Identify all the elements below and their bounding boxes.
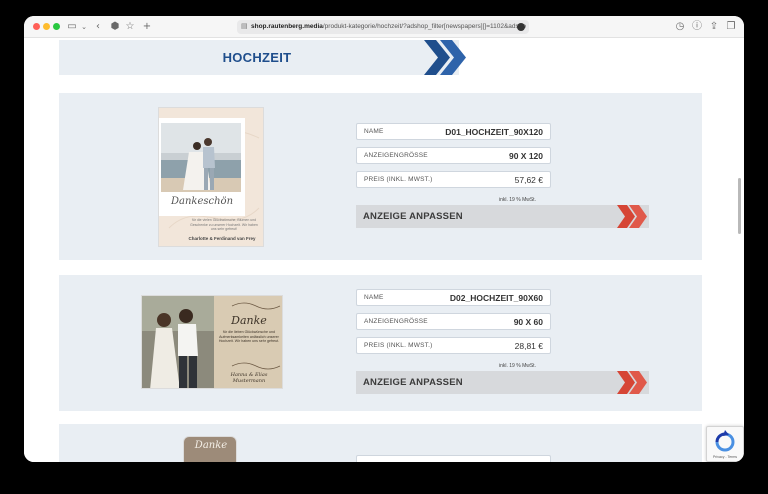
page-content: HOCHZEIT Dankeschön für die vielen Glück… [24, 38, 744, 462]
extension-icon[interactable] [517, 23, 525, 31]
price-label: PREIS (INKL. MWST.) [364, 176, 433, 183]
preview-signature: Charlotte & Ferdinand van Frey [188, 236, 256, 241]
name-value: D01_HOCHZEIT_90X120 [445, 127, 543, 137]
tax-note: inkl. 19 % MwSt. [499, 363, 536, 369]
category-title: HOCHZEIT [222, 50, 292, 65]
preview-heading: Danke [194, 440, 228, 451]
size-value: 90 X 60 [513, 317, 543, 327]
banner-chevron-icon [424, 40, 466, 75]
preview-body: für die vielen Glückwünsche, Blumen und … [190, 218, 258, 231]
recaptcha-footer: Privacy - Terms [712, 455, 738, 459]
preview-body: für die lieben Glückwünsche und Aufmerks… [218, 330, 280, 344]
preview-signature: Hanna & Elias Mustermann [230, 372, 268, 384]
price-value: 57,62 € [514, 175, 543, 185]
name-value: D02_HOCHZEIT_90X60 [449, 293, 543, 303]
browser-window: ▭ ⌄ ‹ ⬢ ☆ + ▤ shop.rautenberg.media/prod… [24, 16, 744, 462]
tabs-icon[interactable]: ❐ [726, 20, 736, 34]
address-bar[interactable]: ▤ shop.rautenberg.media/produkt-kategori… [237, 20, 529, 34]
share-icon[interactable]: ⇪ [709, 20, 719, 34]
recaptcha-badge[interactable]: Privacy - Terms [706, 426, 744, 462]
chevron-down-icon[interactable]: ⌄ [80, 20, 88, 34]
price-field: PREIS (INKL. MWST.) 28,81 € [356, 337, 551, 354]
back-icon[interactable]: ‹ [93, 20, 103, 34]
minimize-window-button[interactable] [43, 23, 50, 30]
browser-toolbar: ▭ ⌄ ‹ ⬢ ☆ + ▤ shop.rautenberg.media/prod… [24, 16, 744, 38]
product-card: Danke für die lieben Glückwünsche und Au… [59, 275, 702, 411]
name-field: NAME D01_HOCHZEIT_90X120 [356, 123, 551, 140]
preview-heading: Dankeschön [170, 196, 234, 207]
product-preview-image[interactable]: Danke für die lieben Glückwünsche und Au… [141, 295, 283, 389]
customize-ad-button[interactable]: ANZEIGE ANPASSEN [356, 205, 649, 228]
customize-ad-label: ANZEIGE ANPASSEN [363, 377, 463, 388]
product-card: Danke [59, 424, 702, 462]
page-icon: ▤ [241, 23, 248, 30]
chevron-right-icon [617, 371, 647, 394]
zoom-window-button[interactable] [53, 23, 60, 30]
name-field: NAME D02_HOCHZEIT_90X60 [356, 289, 551, 306]
name-field [356, 455, 551, 462]
product-preview-image[interactable]: Danke [183, 436, 237, 462]
close-window-button[interactable] [33, 23, 40, 30]
star-icon[interactable]: ☆ [125, 20, 135, 34]
size-label: ANZEIGENGRÖSSE [364, 152, 428, 159]
info-icon[interactable]: ⓘ [692, 20, 702, 34]
sidebar-icon[interactable]: ▭ [66, 20, 78, 34]
history-icon[interactable]: ◷ [675, 20, 685, 34]
size-value: 90 X 120 [508, 151, 543, 161]
product-card: Dankeschön für die vielen Glückwünsche, … [59, 93, 702, 260]
shield-icon[interactable]: ⬢ [110, 20, 120, 34]
name-label: NAME [364, 294, 384, 301]
size-label: ANZEIGENGRÖSSE [364, 318, 428, 325]
url-host: shop.rautenberg.media [251, 23, 323, 30]
scrollbar[interactable] [738, 178, 741, 234]
price-label: PREIS (INKL. MWST.) [364, 342, 433, 349]
price-value: 28,81 € [514, 341, 543, 351]
new-tab-icon[interactable]: + [142, 20, 152, 34]
preview-heading: Danke [231, 314, 267, 327]
name-label: NAME [364, 128, 384, 135]
tax-note: inkl. 19 % MwSt. [499, 197, 536, 203]
url-path: /produkt-kategorie/hochzeit/?adshop_filt… [322, 23, 527, 30]
size-field: ANZEIGENGRÖSSE 90 X 120 [356, 147, 551, 164]
customize-ad-label: ANZEIGE ANPASSEN [363, 211, 463, 222]
chevron-right-icon [617, 205, 647, 228]
customize-ad-button[interactable]: ANZEIGE ANPASSEN [356, 371, 649, 394]
recaptcha-icon [715, 430, 735, 452]
size-field: ANZEIGENGRÖSSE 90 X 60 [356, 313, 551, 330]
category-banner: HOCHZEIT [59, 40, 459, 75]
product-preview-image[interactable]: Dankeschön für die vielen Glückwünsche, … [158, 107, 264, 247]
price-field: PREIS (INKL. MWST.) 57,62 € [356, 171, 551, 188]
